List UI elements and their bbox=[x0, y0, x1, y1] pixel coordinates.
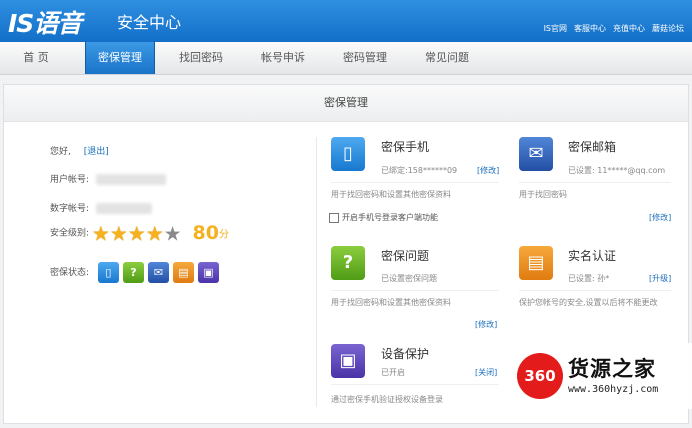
star-empty-icon: ★ bbox=[163, 221, 182, 245]
divider-line bbox=[331, 290, 499, 291]
id-card-icon: ▤ bbox=[519, 246, 553, 280]
link-recharge-center[interactable]: 充值中心 bbox=[613, 23, 645, 34]
mobile-phone-icon: ▯ bbox=[331, 137, 365, 171]
question-status: 已设置密保问题 bbox=[381, 274, 437, 283]
security-status-row: 密保状态: ▯? ✉ ▤ ▣ bbox=[50, 262, 223, 283]
envelope-icon[interactable]: ✉ bbox=[147, 262, 169, 283]
star-icon: ★ bbox=[145, 221, 164, 245]
question-icon[interactable]: ? bbox=[122, 262, 144, 283]
greeting-row: 您好, [退出] bbox=[50, 144, 109, 157]
logo[interactable]: IS语音 bbox=[8, 4, 82, 40]
question-icon: ? bbox=[331, 246, 365, 280]
star-icon: ★ bbox=[109, 221, 128, 245]
watermark: 360 货源之家 www.360hyzj.com bbox=[513, 343, 692, 409]
security-level-row: 安全级别: ★★★★★ 80分 bbox=[50, 222, 229, 244]
top-links: IS官网 客服中心 充值中心 蘑菇论坛 bbox=[544, 23, 684, 34]
phone-status: 已绑定:158******09 bbox=[381, 166, 458, 175]
phone-title: 密保手机 bbox=[381, 140, 430, 154]
watermark-badge: 360 bbox=[517, 353, 563, 399]
phone-login-label: 开启手机号登录客户端功能 bbox=[342, 213, 438, 222]
security-score-unit: 分 bbox=[218, 229, 229, 241]
star-icon: ★ bbox=[91, 221, 110, 245]
tab-security-management[interactable]: 密保管理 bbox=[85, 42, 155, 74]
phone-desc: 用于找回密码和设置其他密保资料 bbox=[331, 190, 451, 199]
device-lock-icon: ▣ bbox=[331, 344, 365, 378]
watermark-title: 货源之家 bbox=[568, 357, 656, 381]
tab-recover-password[interactable]: 找回密码 bbox=[166, 42, 236, 74]
id-card-icon[interactable]: ▤ bbox=[172, 262, 194, 283]
device-lock-icon[interactable]: ▣ bbox=[197, 262, 219, 283]
mobile-phone-icon[interactable]: ▯ bbox=[97, 262, 119, 283]
page-title: 安全中心 bbox=[117, 13, 182, 32]
question-title: 密保问题 bbox=[381, 249, 430, 263]
user-account-label: 用户帐号: bbox=[50, 175, 90, 185]
security-status-label: 密保状态: bbox=[50, 268, 90, 278]
divider bbox=[316, 137, 317, 407]
tab-password-management[interactable]: 密码管理 bbox=[330, 42, 400, 74]
link-forum[interactable]: 蘑菇论坛 bbox=[652, 23, 684, 34]
security-score: 80 bbox=[192, 222, 219, 244]
device-close-link[interactable]: [关闭] bbox=[475, 367, 497, 378]
login-checkbox[interactable] bbox=[329, 212, 339, 223]
header-bar: IS语音 安全中心 IS官网 客服中心 充值中心 蘑菇论坛 bbox=[0, 0, 692, 42]
number-account-row: 数字帐号: bbox=[50, 201, 152, 214]
divider-line bbox=[519, 290, 671, 291]
device-desc: 通过密保手机验证授权设备登录 bbox=[331, 395, 443, 404]
tab-home[interactable]: 首 页 bbox=[0, 42, 72, 74]
link-is-official[interactable]: IS官网 bbox=[544, 23, 567, 34]
device-status: 已开启 bbox=[381, 368, 405, 377]
main-nav: 首 页 密保管理 找回密码 帐号申诉 密码管理 常见问题 bbox=[0, 42, 692, 75]
number-account-label: 数字帐号: bbox=[50, 204, 90, 214]
panel-title: 密保管理 bbox=[4, 85, 688, 122]
tab-faq[interactable]: 常见问题 bbox=[412, 42, 482, 74]
realname-title: 实名认证 bbox=[568, 249, 617, 263]
question-desc: 用于找回密码和设置其他密保资料 bbox=[331, 298, 451, 307]
realname-upgrade-link[interactable]: [升级] bbox=[649, 273, 671, 284]
number-account-value-redacted bbox=[95, 203, 152, 214]
device-title: 设备保护 bbox=[381, 347, 430, 361]
email-desc: 用于找回密码 bbox=[519, 190, 567, 199]
realname-status: 已设置: 孙* bbox=[568, 274, 610, 283]
phone-login-option: 开启手机号登录客户端功能 bbox=[329, 212, 438, 223]
email-title: 密保邮箱 bbox=[568, 140, 617, 154]
question-modify-link[interactable]: [修改] bbox=[475, 319, 497, 330]
divider-line bbox=[331, 384, 499, 385]
logout-link[interactable]: [退出] bbox=[84, 147, 109, 157]
link-service-center[interactable]: 客服中心 bbox=[574, 23, 606, 34]
email-modify-link[interactable]: [修改] bbox=[649, 212, 671, 223]
star-icon: ★ bbox=[127, 221, 146, 245]
tab-account-appeal[interactable]: 帐号申诉 bbox=[248, 42, 318, 74]
security-level-label: 安全级别: bbox=[50, 228, 90, 239]
divider-line bbox=[519, 182, 671, 183]
email-status: 已设置: 11*****@qq.com bbox=[568, 166, 666, 175]
divider-line bbox=[331, 182, 499, 183]
envelope-icon: ✉ bbox=[519, 137, 553, 171]
greeting-text: 您好, bbox=[50, 147, 71, 157]
realname-desc: 保护您帐号的安全,设置以后将不能更改 bbox=[519, 298, 658, 307]
watermark-url: www.360hyzj.com bbox=[568, 384, 659, 395]
phone-modify-link[interactable]: [修改] bbox=[477, 165, 499, 176]
user-account-value-redacted bbox=[95, 174, 166, 185]
user-account-row: 用户帐号: bbox=[50, 172, 166, 185]
security-stars: ★★★★★ bbox=[92, 223, 185, 243]
